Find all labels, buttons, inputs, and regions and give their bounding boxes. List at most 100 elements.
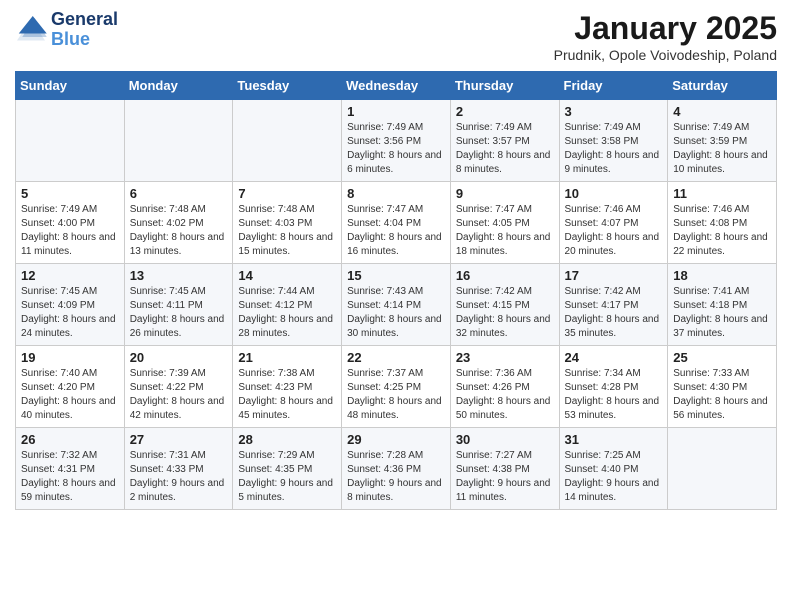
- day-info: Sunrise: 7:49 AM Sunset: 3:58 PM Dayligh…: [565, 121, 663, 177]
- empty-day-cell: [16, 100, 125, 182]
- day-info: Sunrise: 7:33 AM Sunset: 4:30 PM Dayligh…: [673, 367, 771, 423]
- calendar-day-cell: 14 Sunrise: 7:44 AM Sunset: 4:12 PM Dayli…: [233, 264, 342, 346]
- day-number: 22: [347, 350, 445, 365]
- calendar-day-cell: 23Sunrise: 7:36 AM Sunset: 4:26 PM Dayli…: [450, 346, 559, 428]
- calendar-day-cell: 3 Sunrise: 7:49 AM Sunset: 3:58 PM Daylig…: [559, 100, 668, 182]
- weekday-header-friday: Friday: [559, 72, 668, 100]
- day-info: Sunrise: 7:25 AM Sunset: 4:40 PM Dayligh…: [565, 449, 663, 505]
- day-info: Sunrise: 7:46 AM Sunset: 4:07 PM Dayligh…: [565, 203, 663, 259]
- calendar-day-cell: 9 Sunrise: 7:47 AM Sunset: 4:05 PM Daylig…: [450, 182, 559, 264]
- calendar-day-cell: 27 Sunrise: 7:31 AM Sunset: 4:33 PM Dayli…: [124, 428, 233, 510]
- day-info: Sunrise: 7:49 AM Sunset: 3:57 PM Dayligh…: [456, 121, 554, 177]
- calendar-week-row: 19 Sunrise: 7:40 AM Sunset: 4:20 PM Dayli…: [16, 346, 777, 428]
- calendar-day-cell: 1 Sunrise: 7:49 AM Sunset: 3:56 PM Daylig…: [342, 100, 451, 182]
- day-number: 8: [347, 186, 445, 201]
- day-number: 16: [456, 268, 554, 283]
- calendar-week-row: 1 Sunrise: 7:49 AM Sunset: 3:56 PM Daylig…: [16, 100, 777, 182]
- calendar-day-cell: 15Sunrise: 7:43 AM Sunset: 4:14 PM Dayli…: [342, 264, 451, 346]
- logo-icon: [15, 16, 47, 44]
- day-number: 18: [673, 268, 771, 283]
- day-info: Sunrise: 7:42 AM Sunset: 4:17 PM Dayligh…: [565, 285, 663, 341]
- day-number: 13: [130, 268, 228, 283]
- day-number: 29: [347, 432, 445, 447]
- calendar-day-cell: 20 Sunrise: 7:39 AM Sunset: 4:22 PM Dayli…: [124, 346, 233, 428]
- calendar-day-cell: 8Sunrise: 7:47 AM Sunset: 4:04 PM Daylig…: [342, 182, 451, 264]
- page-header: General Blue January 2025 Prudnik, Opole…: [15, 10, 777, 63]
- calendar-week-row: 5 Sunrise: 7:49 AM Sunset: 4:00 PM Daylig…: [16, 182, 777, 264]
- location-subtitle: Prudnik, Opole Voivodeship, Poland: [554, 47, 777, 63]
- logo: General Blue: [15, 10, 118, 50]
- empty-day-cell: [233, 100, 342, 182]
- day-info: Sunrise: 7:32 AM Sunset: 4:31 PM Dayligh…: [21, 449, 119, 505]
- month-title: January 2025: [554, 10, 777, 47]
- day-info: Sunrise: 7:29 AM Sunset: 4:35 PM Dayligh…: [238, 449, 336, 505]
- day-number: 7: [238, 186, 336, 201]
- weekday-header-tuesday: Tuesday: [233, 72, 342, 100]
- day-number: 3: [565, 104, 663, 119]
- day-info: Sunrise: 7:49 AM Sunset: 3:59 PM Dayligh…: [673, 121, 771, 177]
- day-info: Sunrise: 7:44 AM Sunset: 4:12 PM Dayligh…: [238, 285, 336, 341]
- day-info: Sunrise: 7:38 AM Sunset: 4:23 PM Dayligh…: [238, 367, 336, 423]
- day-info: Sunrise: 7:47 AM Sunset: 4:05 PM Dayligh…: [456, 203, 554, 259]
- day-number: 5: [21, 186, 119, 201]
- day-number: 2: [456, 104, 554, 119]
- calendar-week-row: 26Sunrise: 7:32 AM Sunset: 4:31 PM Dayli…: [16, 428, 777, 510]
- calendar-day-cell: 17 Sunrise: 7:42 AM Sunset: 4:17 PM Dayli…: [559, 264, 668, 346]
- day-number: 24: [565, 350, 663, 365]
- day-info: Sunrise: 7:37 AM Sunset: 4:25 PM Dayligh…: [347, 367, 445, 423]
- calendar-day-cell: 11Sunrise: 7:46 AM Sunset: 4:08 PM Dayli…: [668, 182, 777, 264]
- calendar-day-cell: 7Sunrise: 7:48 AM Sunset: 4:03 PM Daylig…: [233, 182, 342, 264]
- calendar-day-cell: 13 Sunrise: 7:45 AM Sunset: 4:11 PM Dayli…: [124, 264, 233, 346]
- calendar-day-cell: 22 Sunrise: 7:37 AM Sunset: 4:25 PM Dayli…: [342, 346, 451, 428]
- calendar-week-row: 12 Sunrise: 7:45 AM Sunset: 4:09 PM Dayli…: [16, 264, 777, 346]
- calendar-day-cell: 28 Sunrise: 7:29 AM Sunset: 4:35 PM Dayli…: [233, 428, 342, 510]
- day-number: 1: [347, 104, 445, 119]
- calendar-day-cell: 30Sunrise: 7:27 AM Sunset: 4:38 PM Dayli…: [450, 428, 559, 510]
- weekday-header-row: SundayMondayTuesdayWednesdayThursdayFrid…: [16, 72, 777, 100]
- day-info: Sunrise: 7:49 AM Sunset: 4:00 PM Dayligh…: [21, 203, 119, 259]
- calendar-day-cell: 25Sunrise: 7:33 AM Sunset: 4:30 PM Dayli…: [668, 346, 777, 428]
- day-number: 9: [456, 186, 554, 201]
- title-block: January 2025 Prudnik, Opole Voivodeship,…: [554, 10, 777, 63]
- day-number: 15: [347, 268, 445, 283]
- day-info: Sunrise: 7:48 AM Sunset: 4:02 PM Dayligh…: [130, 203, 228, 259]
- day-info: Sunrise: 7:31 AM Sunset: 4:33 PM Dayligh…: [130, 449, 228, 505]
- day-info: Sunrise: 7:40 AM Sunset: 4:20 PM Dayligh…: [21, 367, 119, 423]
- day-info: Sunrise: 7:46 AM Sunset: 4:08 PM Dayligh…: [673, 203, 771, 259]
- weekday-header-wednesday: Wednesday: [342, 72, 451, 100]
- logo-text: General Blue: [51, 10, 118, 50]
- day-number: 17: [565, 268, 663, 283]
- day-info: Sunrise: 7:45 AM Sunset: 4:11 PM Dayligh…: [130, 285, 228, 341]
- day-info: Sunrise: 7:28 AM Sunset: 4:36 PM Dayligh…: [347, 449, 445, 505]
- calendar-day-cell: 4 Sunrise: 7:49 AM Sunset: 3:59 PM Daylig…: [668, 100, 777, 182]
- day-number: 27: [130, 432, 228, 447]
- day-number: 28: [238, 432, 336, 447]
- day-info: Sunrise: 7:27 AM Sunset: 4:38 PM Dayligh…: [456, 449, 554, 505]
- weekday-header-thursday: Thursday: [450, 72, 559, 100]
- calendar-day-cell: 29 Sunrise: 7:28 AM Sunset: 4:36 PM Dayli…: [342, 428, 451, 510]
- day-number: 20: [130, 350, 228, 365]
- day-number: 21: [238, 350, 336, 365]
- calendar-day-cell: 26Sunrise: 7:32 AM Sunset: 4:31 PM Dayli…: [16, 428, 125, 510]
- calendar-day-cell: 31 Sunrise: 7:25 AM Sunset: 4:40 PM Dayli…: [559, 428, 668, 510]
- calendar-day-cell: 12 Sunrise: 7:45 AM Sunset: 4:09 PM Dayli…: [16, 264, 125, 346]
- day-info: Sunrise: 7:41 AM Sunset: 4:18 PM Dayligh…: [673, 285, 771, 341]
- calendar-day-cell: 6Sunrise: 7:48 AM Sunset: 4:02 PM Daylig…: [124, 182, 233, 264]
- calendar-day-cell: 5 Sunrise: 7:49 AM Sunset: 4:00 PM Daylig…: [16, 182, 125, 264]
- empty-day-cell: [124, 100, 233, 182]
- day-number: 14: [238, 268, 336, 283]
- day-info: Sunrise: 7:49 AM Sunset: 3:56 PM Dayligh…: [347, 121, 445, 177]
- day-info: Sunrise: 7:39 AM Sunset: 4:22 PM Dayligh…: [130, 367, 228, 423]
- day-number: 19: [21, 350, 119, 365]
- day-info: Sunrise: 7:42 AM Sunset: 4:15 PM Dayligh…: [456, 285, 554, 341]
- day-number: 4: [673, 104, 771, 119]
- calendar-day-cell: 18 Sunrise: 7:41 AM Sunset: 4:18 PM Dayli…: [668, 264, 777, 346]
- weekday-header-sunday: Sunday: [16, 72, 125, 100]
- calendar-day-cell: 19 Sunrise: 7:40 AM Sunset: 4:20 PM Dayli…: [16, 346, 125, 428]
- day-number: 31: [565, 432, 663, 447]
- day-info: Sunrise: 7:45 AM Sunset: 4:09 PM Dayligh…: [21, 285, 119, 341]
- weekday-header-monday: Monday: [124, 72, 233, 100]
- weekday-header-saturday: Saturday: [668, 72, 777, 100]
- day-number: 23: [456, 350, 554, 365]
- day-number: 12: [21, 268, 119, 283]
